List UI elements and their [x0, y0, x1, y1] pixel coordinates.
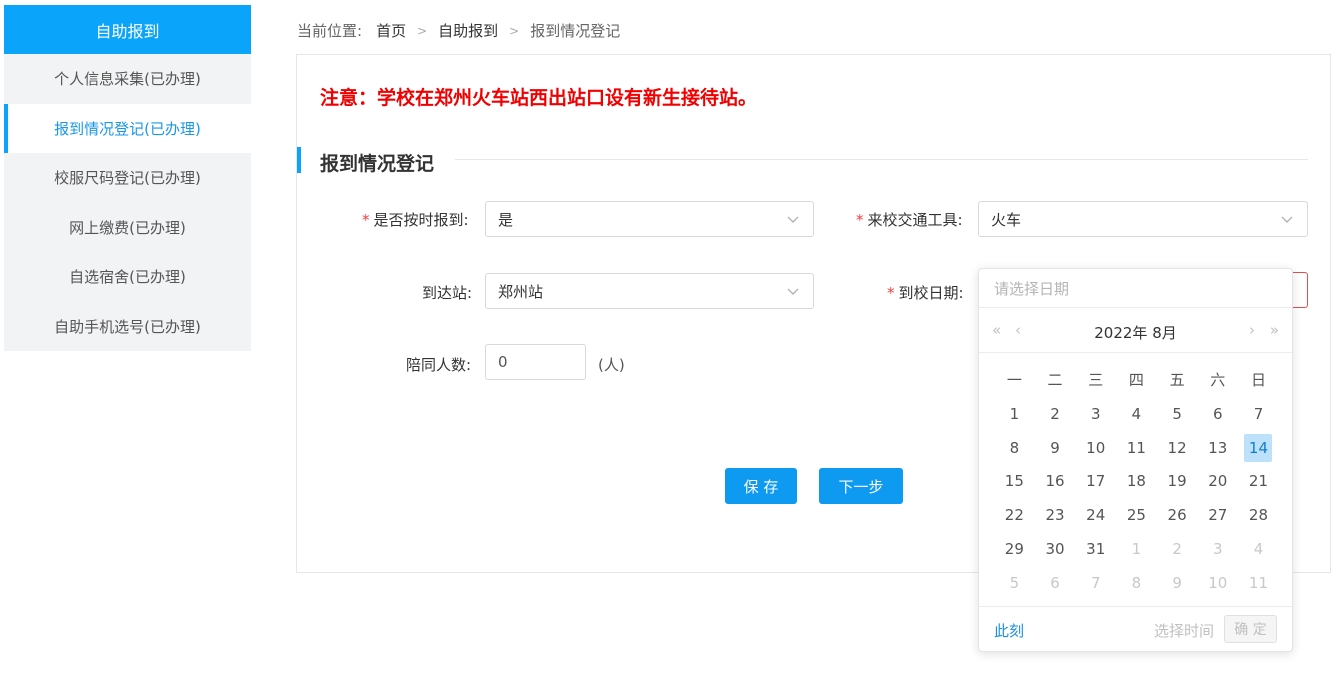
weekday-label: 六: [1210, 371, 1226, 389]
sidebar-item-uniform-size[interactable]: 校服尺码登记(已办理): [4, 153, 251, 203]
section-accent-bar: [297, 147, 301, 173]
day-cell[interactable]: 16: [1035, 465, 1076, 499]
transport-select[interactable]: 火车: [978, 201, 1308, 237]
day-cell[interactable]: 8: [994, 431, 1035, 465]
day-cell[interactable]: 4: [1238, 532, 1279, 566]
day-cell[interactable]: 13: [1197, 431, 1238, 465]
companions-label: 陪同人数:: [406, 356, 472, 374]
day-cell[interactable]: 17: [1075, 465, 1116, 499]
day-cell[interactable]: 12: [1157, 431, 1198, 465]
breadcrumb: 当前位置: 首页 > 自助报到 > 报到情况登记: [297, 20, 620, 41]
on-time-label: * 是否按时报到:: [362, 211, 469, 229]
day-cell[interactable]: 25: [1116, 498, 1157, 532]
transport-label: * 来校交通工具:: [856, 211, 963, 229]
day-grid: 1 2 3 4 5 6 7 8 9 10 11 12 13 14 15 16 17 18 19 20 21 22 23 24 2…: [994, 397, 1279, 600]
breadcrumb-separator: >: [417, 23, 428, 38]
sidebar-list: 个人信息采集(已办理) 报到情况登记(已办理) 校服尺码登记(已办理) 网上缴费…: [4, 54, 251, 351]
section-divider: [455, 159, 1308, 160]
day-cell[interactable]: 5: [1157, 397, 1198, 431]
day-cell[interactable]: 2: [1157, 532, 1198, 566]
day-cell[interactable]: 11: [1238, 566, 1279, 600]
weekday-label: 五: [1169, 371, 1185, 389]
on-time-select[interactable]: 是: [485, 201, 814, 237]
day-cell[interactable]: 11: [1116, 431, 1157, 465]
weekday-label: 三: [1088, 371, 1104, 389]
chevron-down-icon: [1281, 216, 1293, 223]
sidebar-item-registration[interactable]: 报到情况登记(已办理): [4, 103, 251, 153]
day-cell[interactable]: 31: [1075, 532, 1116, 566]
day-cell[interactable]: 18: [1116, 465, 1157, 499]
day-cell[interactable]: 22: [994, 498, 1035, 532]
day-cell[interactable]: 6: [1197, 397, 1238, 431]
day-cell[interactable]: 1: [1116, 532, 1157, 566]
day-cell[interactable]: 10: [1197, 566, 1238, 600]
day-cell[interactable]: 7: [1238, 397, 1279, 431]
day-cell[interactable]: 4: [1116, 397, 1157, 431]
day-cell[interactable]: 3: [1075, 397, 1116, 431]
day-cell[interactable]: 5: [994, 566, 1035, 600]
day-cell[interactable]: 28: [1238, 498, 1279, 532]
day-cell[interactable]: 7: [1075, 566, 1116, 600]
day-cell[interactable]: 6: [1035, 566, 1076, 600]
day-cell[interactable]: 24: [1075, 498, 1116, 532]
breadcrumb-current: 报到情况登记: [530, 22, 621, 40]
day-cell-today[interactable]: 14: [1238, 431, 1279, 465]
chevron-down-icon: [787, 216, 799, 223]
next-month-button[interactable]: ›: [1249, 321, 1255, 339]
next-year-button[interactable]: »: [1270, 321, 1279, 339]
sidebar-header[interactable]: 自助报到: [4, 5, 251, 54]
date-picker-input[interactable]: 请选择日期: [979, 269, 1292, 308]
next-step-button[interactable]: 下一步: [819, 468, 903, 504]
notice-text: 注意：学校在郑州火车站西出站口设有新生接待站。: [320, 87, 758, 109]
day-cell[interactable]: 9: [1035, 431, 1076, 465]
companions-input[interactable]: 0: [485, 344, 586, 380]
date-picker-header: « ‹ 2022年 8月 › »: [979, 309, 1292, 353]
day-cell[interactable]: 15: [994, 465, 1035, 499]
chevron-down-icon: [787, 288, 799, 295]
sidebar-item-phone-number[interactable]: 自助手机选号(已办理): [4, 302, 251, 352]
day-cell[interactable]: 30: [1035, 532, 1076, 566]
weekday-label: 日: [1250, 371, 1266, 389]
day-cell[interactable]: 3: [1197, 532, 1238, 566]
weekday-header-row: 一二三四五六日: [994, 369, 1279, 391]
day-cell[interactable]: 29: [994, 532, 1035, 566]
breadcrumb-separator: >: [509, 23, 520, 38]
day-cell[interactable]: 23: [1035, 498, 1076, 532]
day-cell[interactable]: 10: [1075, 431, 1116, 465]
sidebar: 自助报到 个人信息采集(已办理) 报到情况登记(已办理) 校服尺码登记(已办理)…: [4, 5, 251, 351]
date-picker-title[interactable]: 2022年 8月: [979, 322, 1292, 343]
companions-unit: (人): [598, 356, 625, 374]
day-cell[interactable]: 1: [994, 397, 1035, 431]
confirm-button[interactable]: 确 定: [1224, 615, 1277, 643]
section-title: 报到情况登记: [320, 153, 435, 175]
day-cell[interactable]: 20: [1197, 465, 1238, 499]
breadcrumb-home[interactable]: 首页: [376, 20, 406, 41]
now-button[interactable]: 此刻: [994, 620, 1024, 641]
sidebar-item-personal-info[interactable]: 个人信息采集(已办理): [4, 54, 251, 104]
sidebar-item-dorm-selection[interactable]: 自选宿舍(已办理): [4, 252, 251, 302]
day-cell[interactable]: 26: [1157, 498, 1198, 532]
save-button[interactable]: 保 存: [725, 468, 797, 504]
day-cell[interactable]: 27: [1197, 498, 1238, 532]
weekday-label: 二: [1047, 371, 1063, 389]
day-cell[interactable]: 21: [1238, 465, 1279, 499]
day-cell[interactable]: 19: [1157, 465, 1198, 499]
breadcrumb-self-registration[interactable]: 自助报到: [438, 20, 498, 41]
day-cell[interactable]: 2: [1035, 397, 1076, 431]
date-picker-footer: 此刻 选择时间 确 定: [979, 606, 1292, 651]
date-picker-popup: 请选择日期 « ‹ 2022年 8月 › » 一二三四五六日 123456789…: [978, 268, 1293, 652]
day-cell[interactable]: 9: [1157, 566, 1198, 600]
station-select[interactable]: 郑州站: [485, 273, 814, 309]
station-label: 到达站:: [422, 284, 473, 302]
select-time-button[interactable]: 选择时间: [1154, 620, 1214, 641]
arrival-date-label: * 到校日期:: [887, 284, 964, 302]
weekday-label: 四: [1128, 371, 1144, 389]
sidebar-item-online-payment[interactable]: 网上缴费(已办理): [4, 203, 251, 253]
breadcrumb-prefix: 当前位置:: [297, 22, 363, 40]
weekday-label: 一: [1006, 371, 1022, 389]
day-cell[interactable]: 8: [1116, 566, 1157, 600]
